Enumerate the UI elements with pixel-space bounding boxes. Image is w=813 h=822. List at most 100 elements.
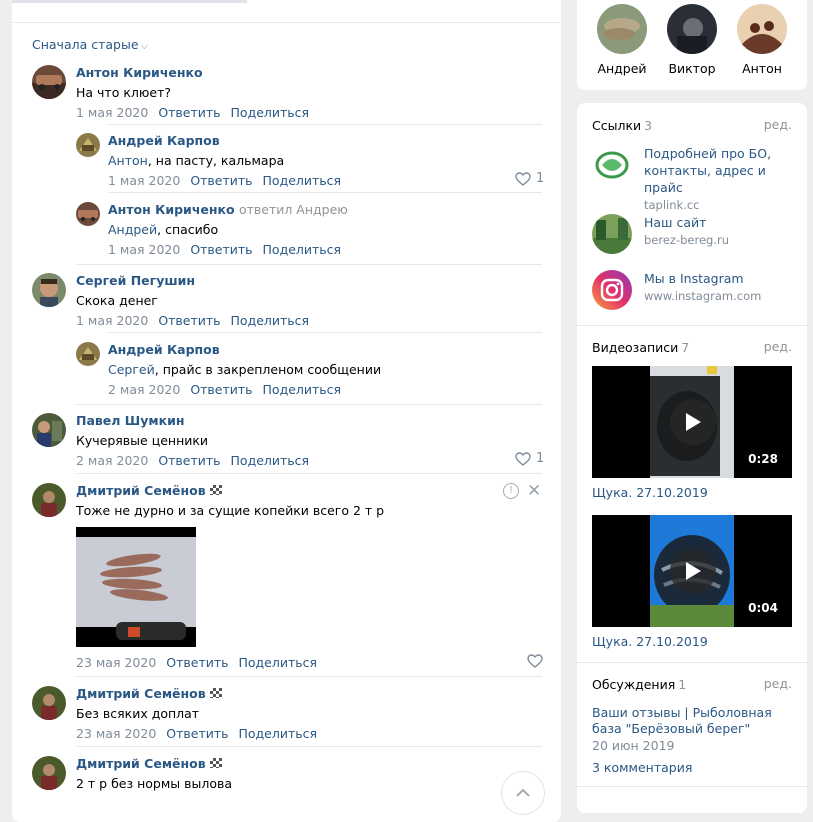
comment-date[interactable]: 1 мая 2020 bbox=[76, 313, 148, 328]
comment-date[interactable]: 23 мая 2020 bbox=[76, 655, 156, 670]
sidebar-card: Ссылки 3 ред. Подробней про БО, контакты,… bbox=[577, 103, 807, 813]
share-button[interactable]: Поделиться bbox=[263, 242, 342, 257]
mention-link[interactable]: Андрей bbox=[108, 222, 157, 237]
comment-author[interactable]: Андрей Карпов bbox=[108, 133, 508, 148]
checkered-flag-icon bbox=[209, 485, 222, 495]
comment-author[interactable]: Антон Кириченко bbox=[108, 202, 235, 217]
avatar[interactable] bbox=[32, 756, 66, 790]
friends-card: Андрей Виктор Антон bbox=[577, 0, 807, 90]
comment-text: Без всяких доплат bbox=[76, 706, 200, 721]
comment-text: Скока денег bbox=[76, 293, 158, 308]
comment-author[interactable]: Сергей Пегушин bbox=[76, 273, 546, 288]
comment-meta: 23 мая 2020 Ответить Поделиться bbox=[76, 655, 323, 670]
comment-photo[interactable] bbox=[76, 527, 196, 647]
share-button[interactable]: Поделиться bbox=[231, 453, 310, 468]
friend-item[interactable]: Андрей bbox=[592, 4, 652, 76]
share-button[interactable]: Поделиться bbox=[231, 105, 310, 120]
like-button[interactable]: 1 bbox=[515, 171, 544, 186]
avatar[interactable] bbox=[76, 202, 100, 226]
comment-text: , спасибо bbox=[157, 222, 219, 237]
comment-author[interactable]: Дмитрий Семёнов bbox=[76, 686, 206, 701]
scroll-up-button[interactable] bbox=[501, 771, 545, 815]
mention-link[interactable]: Антон bbox=[108, 153, 148, 168]
share-button[interactable]: Поделиться bbox=[263, 173, 342, 188]
close-icon[interactable]: ✕ bbox=[527, 481, 541, 501]
videos-header[interactable]: Видеозаписи 7 bbox=[592, 340, 689, 355]
divider bbox=[76, 404, 542, 405]
video-thumbnail[interactable]: 0:04 bbox=[592, 515, 792, 627]
sort-label: Сначала старые bbox=[32, 37, 139, 52]
comment-text: , прайс в закрепленом сообщении bbox=[154, 362, 382, 377]
report-icon[interactable]: ! bbox=[503, 483, 519, 499]
avatar[interactable] bbox=[32, 273, 66, 307]
video-caption[interactable]: Щука. 27.10.2019 bbox=[592, 485, 708, 500]
avatar[interactable] bbox=[32, 483, 66, 517]
like-button[interactable]: 1 bbox=[515, 451, 544, 466]
reply-button[interactable]: Ответить bbox=[166, 655, 228, 670]
reply-button[interactable]: Ответить bbox=[158, 453, 220, 468]
links-count: 3 bbox=[644, 118, 653, 133]
play-icon bbox=[670, 399, 716, 445]
avatar[interactable] bbox=[76, 342, 100, 366]
reply-button[interactable]: Ответить bbox=[190, 173, 252, 188]
divider bbox=[108, 332, 542, 333]
avatar bbox=[737, 4, 787, 54]
heart-icon bbox=[515, 171, 531, 186]
links-header[interactable]: Ссылки 3 bbox=[592, 118, 652, 133]
comment-date[interactable]: 2 мая 2020 bbox=[76, 453, 148, 468]
discussion-topic[interactable]: Ваши отзывы | Рыболовная база "Берёзовый… bbox=[592, 705, 797, 737]
video-duration: 0:28 bbox=[748, 452, 778, 466]
video-thumbnail[interactable]: 0:28 bbox=[592, 366, 792, 478]
comment-date[interactable]: 23 мая 2020 bbox=[76, 726, 156, 741]
discussions-edit-button[interactable]: ред. bbox=[764, 676, 792, 691]
link-url: www.instagram.com bbox=[644, 289, 762, 303]
share-button[interactable]: Поделиться bbox=[238, 655, 317, 670]
comment-author[interactable]: Павел Шумкин bbox=[76, 413, 546, 428]
sort-dropdown[interactable]: Сначала старые ⌵ bbox=[32, 37, 148, 52]
comment-text: 2 т р без нормы вылова bbox=[76, 776, 233, 791]
comment-date[interactable]: 1 мая 2020 bbox=[76, 105, 148, 120]
comment-author[interactable]: Антон Кириченко bbox=[76, 65, 546, 80]
play-icon bbox=[670, 548, 716, 594]
discussions-count: 1 bbox=[678, 677, 687, 692]
comment-author[interactable]: Андрей Карпов bbox=[108, 342, 508, 357]
divider bbox=[76, 264, 542, 265]
discussions-header[interactable]: Обсуждения 1 bbox=[592, 677, 686, 692]
comment-text: На что клюет? bbox=[76, 85, 171, 100]
video-caption[interactable]: Щука. 27.10.2019 bbox=[592, 634, 708, 649]
friend-name: Андрей bbox=[597, 61, 647, 76]
friend-item[interactable]: Антон bbox=[732, 4, 792, 76]
avatar bbox=[667, 4, 717, 54]
links-edit-button[interactable]: ред. bbox=[764, 117, 792, 132]
avatar[interactable] bbox=[32, 413, 66, 447]
discussion-comments-link[interactable]: 3 комментария bbox=[592, 760, 692, 775]
reply-button[interactable]: Ответить bbox=[158, 105, 220, 120]
friend-item[interactable]: Виктор bbox=[662, 4, 722, 76]
like-button[interactable] bbox=[527, 654, 543, 668]
mention-link[interactable]: Сергей bbox=[108, 362, 155, 377]
link-title: Подробней про БО, контакты, адрес и прай… bbox=[644, 146, 772, 195]
share-button[interactable]: Поделиться bbox=[263, 382, 342, 397]
reply-button[interactable]: Ответить bbox=[190, 382, 252, 397]
reply-button[interactable]: Ответить bbox=[166, 726, 228, 741]
instagram-icon bbox=[592, 270, 632, 310]
like-count: 1 bbox=[536, 171, 545, 186]
replied-to-label[interactable]: ответил Андрею bbox=[239, 202, 348, 217]
divider bbox=[76, 676, 542, 677]
comment-date[interactable]: 1 мая 2020 bbox=[108, 173, 180, 188]
share-button[interactable]: Поделиться bbox=[238, 726, 317, 741]
divider bbox=[108, 192, 542, 193]
avatar[interactable] bbox=[32, 686, 66, 720]
comment-date[interactable]: 1 мая 2020 bbox=[108, 242, 180, 257]
videos-title: Видеозаписи bbox=[592, 340, 679, 355]
comment-author[interactable]: Дмитрий Семёнов bbox=[76, 756, 206, 771]
reply-button[interactable]: Ответить bbox=[190, 242, 252, 257]
reply-button[interactable]: Ответить bbox=[158, 313, 220, 328]
comment-author[interactable]: Дмитрий Семёнов bbox=[76, 483, 206, 498]
share-button[interactable]: Поделиться bbox=[231, 313, 310, 328]
avatar[interactable] bbox=[32, 65, 66, 99]
divider bbox=[76, 473, 542, 474]
comment-date[interactable]: 2 мая 2020 bbox=[108, 382, 180, 397]
videos-edit-button[interactable]: ред. bbox=[764, 339, 792, 354]
avatar[interactable] bbox=[76, 133, 100, 157]
